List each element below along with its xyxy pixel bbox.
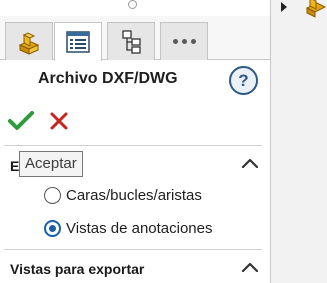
separator — [4, 145, 262, 146]
feature-manager-icon — [18, 31, 40, 55]
tooltip: Aceptar — [19, 151, 83, 177]
property-manager-panel: Archivo DXF/DWG ? E Aceptar Caras/bucles… — [0, 0, 270, 283]
radio-label: Vistas de anotaciones — [66, 219, 213, 237]
expand-arrow-icon[interactable] — [281, 2, 287, 12]
tab-property-manager[interactable] — [54, 22, 102, 61]
panel-title: Archivo DXF/DWG — [38, 70, 178, 87]
radio-option-faces[interactable]: Caras/bucles/aristas — [44, 184, 202, 206]
section-header-entities[interactable]: E — [10, 158, 19, 174]
checkmark-icon — [8, 111, 34, 130]
radio-option-annotation-views[interactable]: Vistas de anotaciones — [44, 217, 213, 239]
close-icon — [50, 112, 68, 130]
property-manager-icon — [66, 31, 90, 53]
tab-configuration-manager[interactable] — [107, 22, 155, 60]
tab-more[interactable] — [160, 22, 208, 60]
feature-tree-area — [271, 0, 327, 283]
radio-button[interactable] — [44, 186, 61, 204]
splitter-handle[interactable] — [128, 0, 137, 9]
ok-button[interactable] — [6, 106, 36, 136]
configuration-manager-icon — [122, 29, 141, 54]
cancel-button[interactable] — [46, 108, 72, 134]
chevron-up-icon[interactable] — [241, 157, 259, 169]
part-icon — [305, 0, 327, 18]
manager-tab-bar — [0, 16, 270, 61]
help-button[interactable]: ? — [229, 66, 258, 95]
more-icon — [172, 39, 178, 44]
separator — [4, 249, 262, 250]
radio-label: Caras/bucles/aristas — [66, 186, 202, 204]
tab-feature-manager[interactable] — [5, 22, 53, 60]
radio-button-selected[interactable] — [44, 219, 61, 237]
section-header-views-to-export[interactable]: Vistas para exportar — [10, 261, 144, 277]
chevron-up-icon[interactable] — [241, 261, 259, 273]
